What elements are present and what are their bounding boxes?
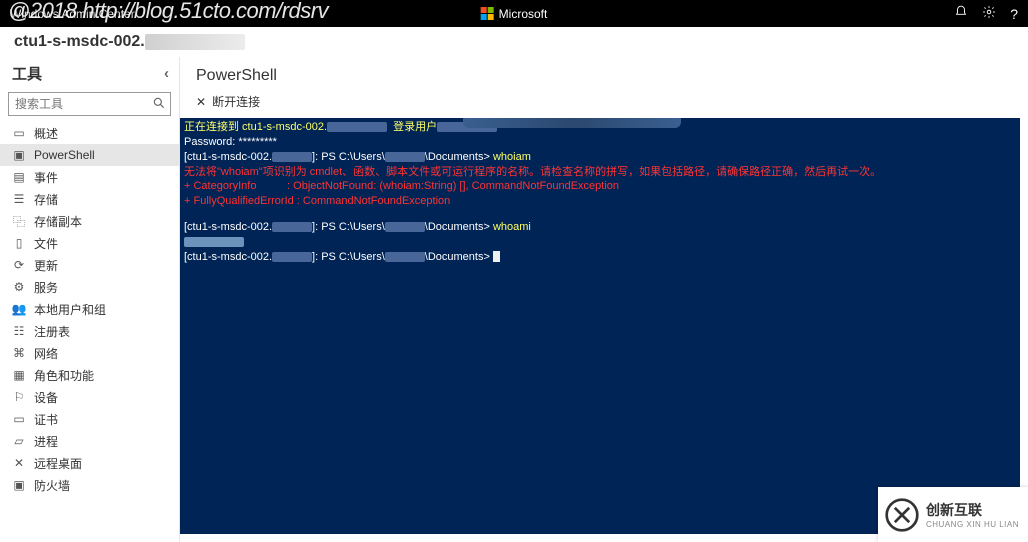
sidebar-item-label: 设备 [34,389,58,406]
users-icon: 👥 [12,302,26,316]
sidebar-item-powershell[interactable]: ▣ PowerShell [0,144,179,166]
help-icon[interactable]: ? [1010,6,1018,22]
watermark-text: @2018 http://blog.51cto.com/rdsrv [8,0,328,24]
cert-icon: ▭ [12,412,26,426]
sidebar-item-label: 进程 [34,433,58,450]
settings-gear-icon[interactable] [982,5,996,22]
sidebar-item-label: 防火墙 [34,477,70,494]
sidebar-item-calendar[interactable]: ▤ 事件 [0,166,179,188]
brand-text: Microsoft [499,7,548,21]
update-icon: ⟳ [12,258,26,272]
search-icon[interactable] [152,96,166,115]
sidebar-item-label: 本地用户和组 [34,301,106,318]
sidebar-item-firewall[interactable]: ▣ 防火墙 [0,474,179,496]
sidebar-item-users[interactable]: 👥 本地用户和组 [0,298,179,320]
terminal[interactable]: 正在连接到 ctu1-s-msdc-002. 登录用户 Password: **… [180,118,1020,534]
device-icon: ⚐ [12,390,26,404]
overview-icon: ▭ [12,126,26,140]
sidebar-item-file[interactable]: ▯ 文件 [0,232,179,254]
host-name: ctu1-s-msdc-002. [14,33,145,51]
search-container [8,92,171,116]
microsoft-logo-icon [481,7,495,21]
sidebar-item-device[interactable]: ⚐ 设备 [0,386,179,408]
tools-list: ▭概述▣PowerShell▤事件☰存储⿻存储副本▯文件⟳更新⚙服务👥本地用户和… [0,122,179,542]
sidebar-item-label: 服务 [34,279,58,296]
collapse-chevron-icon[interactable]: ‹ [164,65,169,82]
sidebar-header: 工具 ‹ [0,57,179,88]
sidebar: 工具 ‹ ▭概述▣PowerShell▤事件☰存储⿻存储副本▯文件⟳更新⚙服务👥… [0,57,180,542]
sidebar-item-replica[interactable]: ⿻存储副本 [0,210,179,232]
sidebar-item-storage[interactable]: ☰ 存储 [0,188,179,210]
services-icon: ⚙ [12,280,26,294]
sidebar-item-label: 证书 [34,411,58,428]
corner-badge: 创新互联 CHUANG XIN HU LIAN [878,487,1028,542]
sidebar-item-label: 远程桌面 [34,455,82,472]
powershell-icon: ▣ [12,148,26,162]
sidebar-item-process[interactable]: ▱ 进程 [0,430,179,452]
page-title: PowerShell [196,67,1012,85]
calendar-icon: ▤ [12,170,26,184]
redacted-smudge [463,118,681,128]
search-input[interactable] [8,92,171,116]
sidebar-item-label: 存储副本 [34,213,82,230]
disconnect-label: 断开连接 [212,93,260,110]
terminal-cursor [493,251,500,262]
badge-name: 创新互联 [926,500,1019,520]
badge-logo-icon [884,497,920,533]
sidebar-item-label: 事件 [34,169,58,186]
sidebar-item-network[interactable]: ⌘ 网络 [0,342,179,364]
firewall-icon: ▣ [12,478,26,492]
disconnect-button[interactable]: ✕ 断开连接 [196,93,1012,110]
registry-icon: ☷ [12,324,26,338]
close-icon: ✕ [196,95,206,109]
file-icon: ▯ [12,236,26,250]
sidebar-item-cert[interactable]: ▭ 证书 [0,408,179,430]
sidebar-item-label: 角色和功能 [34,367,94,384]
network-icon: ⌘ [12,346,26,360]
remote-icon: ✕ [12,456,26,470]
sidebar-item-services[interactable]: ⚙ 服务 [0,276,179,298]
sidebar-item-remote[interactable]: ✕ 远程桌面 [0,452,179,474]
sidebar-item-label: 文件 [34,235,58,252]
sidebar-item-label: 概述 [34,125,58,142]
sidebar-item-overview[interactable]: ▭ 概述 [0,122,179,144]
redacted-smudge [145,34,245,50]
replica-icon: ⿻ [12,213,26,230]
sidebar-item-registry[interactable]: ☷ 注册表 [0,320,179,342]
storage-icon: ☰ [12,192,26,206]
sidebar-item-roles[interactable]: ▦ 角色和功能 [0,364,179,386]
sidebar-item-update[interactable]: ⟳ 更新 [0,254,179,276]
host-bar: ctu1-s-msdc-002. [0,27,1028,57]
roles-icon: ▦ [12,368,26,382]
badge-sub: CHUANG XIN HU LIAN [926,520,1019,529]
sidebar-title: 工具 [12,63,42,84]
sidebar-item-label: 网络 [34,345,58,362]
sidebar-item-label: 存储 [34,191,58,208]
sidebar-item-label: PowerShell [34,148,95,162]
brand-center: Microsoft [481,7,548,21]
notifications-icon[interactable] [954,5,968,22]
sidebar-item-label: 更新 [34,257,58,274]
process-icon: ▱ [12,434,26,448]
content-area: PowerShell ✕ 断开连接 正在连接到 ctu1-s-msdc-002.… [180,57,1028,542]
sidebar-item-label: 注册表 [34,323,70,340]
